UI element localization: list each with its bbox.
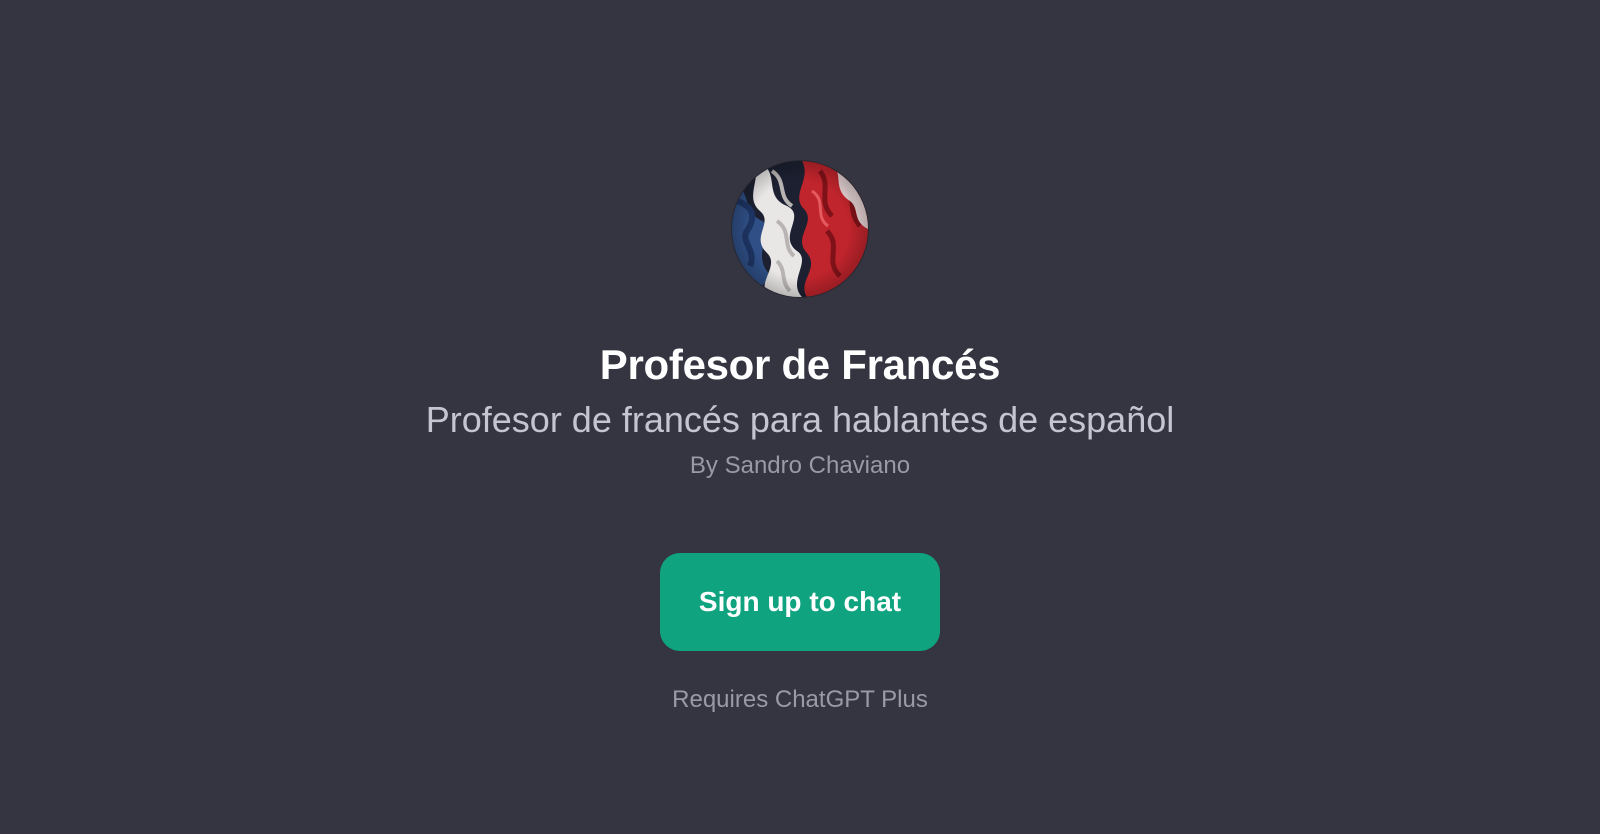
requirement-note: Requires ChatGPT Plus: [672, 686, 928, 713]
gpt-landing-page: Profesor de Francés Profesor de francés …: [0, 0, 1600, 834]
french-flag-fabric-icon: [732, 161, 868, 297]
sign-up-to-chat-button[interactable]: Sign up to chat: [660, 553, 940, 651]
gpt-avatar: [732, 161, 868, 297]
gpt-title: Profesor de Francés: [599, 341, 1001, 388]
gpt-author: By Sandro Chaviano: [689, 452, 911, 479]
gpt-description: Profesor de francés para hablantes de es…: [425, 399, 1175, 440]
